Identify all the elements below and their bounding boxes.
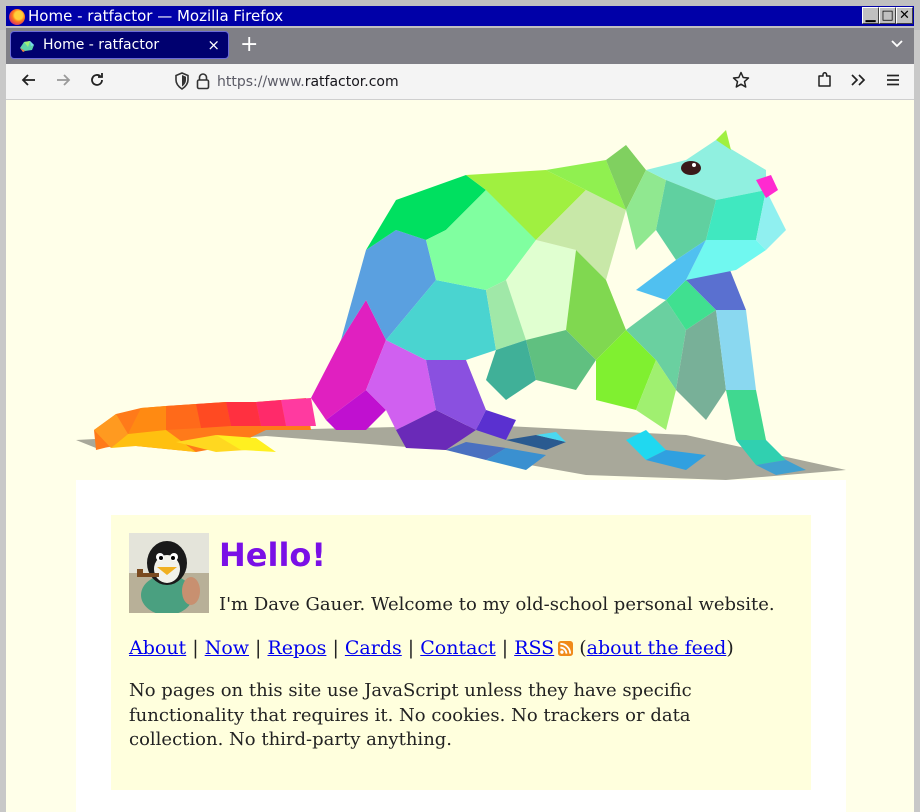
link-about[interactable]: About	[129, 637, 186, 659]
penguin-pipe-avatar	[129, 533, 209, 613]
reload-icon	[91, 73, 103, 86]
extensions-button[interactable]	[814, 71, 836, 93]
rat-favicon	[20, 41, 34, 52]
content-column: Hello! I'm Dave Gauer. Welcome to my old…	[76, 480, 846, 812]
lock-icon[interactable]	[196, 72, 210, 90]
nav-separator: |	[249, 637, 268, 659]
page-heading: Hello!	[219, 536, 326, 574]
link-about-the-feed[interactable]: about the feed	[587, 637, 727, 659]
rat-illustration	[76, 130, 846, 480]
hamburger-menu-icon	[887, 74, 899, 86]
puzzle-icon	[818, 71, 831, 87]
paren-open: (	[573, 637, 587, 659]
intro-text: I'm Dave Gauer. Welcome to my old-school…	[219, 594, 775, 615]
nav-separator: |	[186, 637, 205, 659]
intro-card: Hello! I'm Dave Gauer. Welcome to my old…	[111, 515, 811, 790]
back-arrow-icon	[21, 74, 35, 86]
overflow-menu-button[interactable]	[847, 71, 869, 93]
link-now[interactable]: Now	[205, 637, 249, 659]
forward-button[interactable]	[52, 71, 74, 93]
site-nav-links: About | Now | Repos | Cards | Contact | …	[129, 635, 734, 661]
window-titlebar: Home - ratfactor — Mozilla Firefox ▁ □ ✕	[0, 0, 920, 30]
nav-separator: |	[401, 637, 421, 659]
link-cards[interactable]: Cards	[345, 637, 402, 659]
new-tab-button[interactable]: +	[240, 34, 258, 56]
url-bar[interactable]: https://www.ratfactor.com	[166, 68, 756, 96]
link-repos[interactable]: Repos	[268, 637, 327, 659]
rss-icon	[558, 641, 574, 656]
privacy-paragraph: No pages on this site use JavaScript unl…	[129, 680, 692, 750]
tab-home-ratfactor[interactable]: Home - ratfactor ×	[10, 31, 229, 59]
double-chevron-right-icon	[851, 74, 866, 86]
shield-icon[interactable]	[174, 72, 190, 90]
paren-close: )	[726, 637, 734, 659]
close-window-button[interactable]: ✕	[896, 7, 913, 24]
firefox-icon	[9, 9, 25, 25]
url-prefix: https://www.	[217, 74, 305, 90]
page-viewport: Hello! I'm Dave Gauer. Welcome to my old…	[6, 100, 914, 812]
list-all-tabs-button[interactable]	[890, 37, 904, 53]
tab-strip: Home - ratfactor × +	[6, 28, 914, 64]
avatar	[129, 533, 209, 613]
link-rss[interactable]: RSS	[514, 637, 574, 659]
minimize-button[interactable]: ▁	[862, 7, 879, 24]
tab-close-icon[interactable]: ×	[207, 36, 220, 54]
star-icon	[732, 71, 750, 88]
link-contact[interactable]: Contact	[420, 637, 495, 659]
back-button[interactable]	[18, 71, 40, 93]
app-menu-button[interactable]	[882, 71, 904, 93]
tab-label: Home - ratfactor	[43, 37, 160, 53]
nav-separator: |	[495, 637, 515, 659]
link-rss-label: RSS	[514, 637, 555, 659]
reload-button[interactable]	[86, 71, 108, 93]
bookmark-star-button[interactable]	[730, 71, 752, 93]
maximize-button[interactable]: □	[879, 7, 896, 24]
chevron-down-icon	[891, 40, 903, 48]
url-text[interactable]: https://www.ratfactor.com	[217, 73, 399, 91]
nav-separator: |	[326, 637, 345, 659]
url-domain: ratfactor.com	[304, 74, 399, 90]
forward-arrow-icon	[57, 74, 71, 86]
window-title: Home - ratfactor — Mozilla Firefox	[28, 7, 284, 25]
navigation-toolbar: https://www.ratfactor.com	[6, 64, 914, 100]
